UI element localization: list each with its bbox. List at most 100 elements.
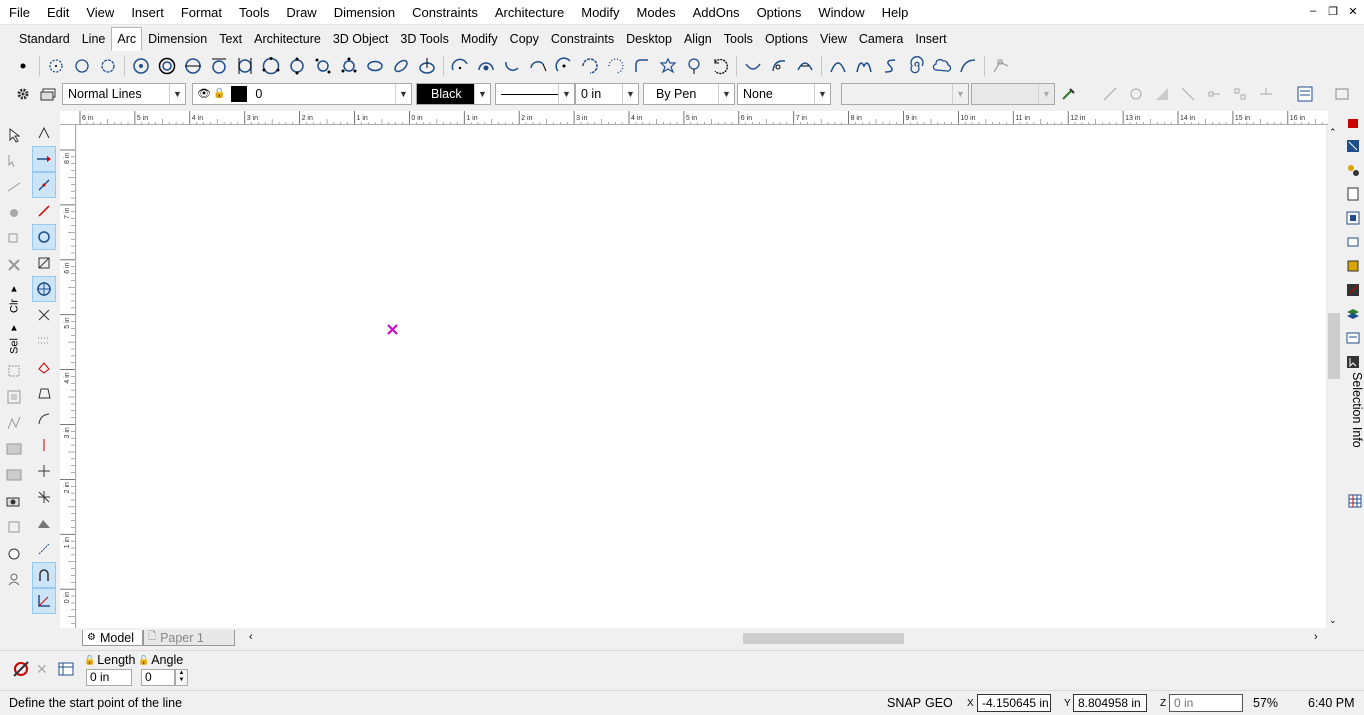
arc-gear-icon[interactable] [655, 54, 681, 78]
arc-shape-icon[interactable] [792, 54, 818, 78]
arc-tangent-icon[interactable] [525, 54, 551, 78]
arc-rotate-icon[interactable] [707, 54, 733, 78]
camera-icon[interactable] [2, 488, 26, 514]
geo-toggle[interactable]: GEO [925, 696, 953, 710]
pen-mode-select[interactable]: By Pen ▼ [643, 82, 735, 105]
ellipse-icon[interactable] [362, 54, 388, 78]
hand-pan-icon[interactable] [2, 540, 26, 566]
spiral-icon[interactable] [903, 54, 929, 78]
scroll-right-icon[interactable]: › [1314, 631, 1318, 643]
edit-nodes-icon[interactable] [988, 54, 1014, 78]
properties-panel-icon[interactable] [1293, 83, 1319, 105]
angle-stepper[interactable]: ▲ ▼ [175, 669, 188, 686]
tab-insert[interactable]: Insert [909, 27, 952, 51]
arc-curve-icon[interactable] [766, 54, 792, 78]
zoom-window-icon[interactable] [2, 436, 26, 462]
window-icon[interactable] [1329, 83, 1355, 105]
tab-dimension[interactable]: Dimension [142, 27, 213, 51]
circle-center-point-icon[interactable] [43, 54, 69, 78]
layers-stack-icon[interactable] [1344, 303, 1362, 325]
vertical-scroll-thumb[interactable] [1328, 313, 1340, 379]
circle-two-tangent-icon[interactable] [232, 54, 258, 78]
arc-fillet-icon[interactable] [629, 54, 655, 78]
arc-center-icon[interactable] [447, 54, 473, 78]
arc-concentric-icon[interactable] [577, 54, 603, 78]
menu-item-help[interactable]: Help [873, 0, 917, 25]
selection-info-icon[interactable] [1344, 351, 1362, 373]
drawing-canvas[interactable] [77, 125, 1326, 628]
circle-inscribed-icon[interactable] [310, 54, 336, 78]
menu-item-file[interactable]: File [0, 0, 38, 25]
ellipse-rotated-icon[interactable] [388, 54, 414, 78]
point-icon[interactable] [10, 54, 36, 78]
angle-field[interactable]: 0 [141, 669, 175, 686]
curve-spline-icon[interactable] [851, 54, 877, 78]
trapezoid-icon[interactable] [32, 380, 56, 406]
box-3d-icon[interactable] [32, 250, 56, 276]
circle-concentric-icon[interactable] [154, 54, 180, 78]
menu-item-view[interactable]: View [77, 0, 122, 25]
arc-tangent-points-icon[interactable] [551, 54, 577, 78]
lock-icon[interactable]: 🔒 [211, 88, 225, 99]
tab-desktop[interactable]: Desktop [620, 27, 678, 51]
chart-icon[interactable] [1344, 279, 1362, 301]
select-box-icon[interactable] [2, 358, 26, 384]
arc-start-end-icon[interactable] [499, 54, 525, 78]
circle-tangent-circles-icon[interactable] [284, 54, 310, 78]
cross-lines-icon[interactable] [32, 302, 56, 328]
minimize-button[interactable]: – [1306, 5, 1320, 18]
menu-item-window[interactable]: Window [809, 0, 872, 25]
layer-select[interactable]: 👁 🔒 0 ▼ [192, 82, 412, 105]
scroll-up-icon[interactable]: ⌃ [1329, 127, 1337, 138]
tab-arc[interactable]: Arc [111, 27, 143, 51]
calculator-icon[interactable] [1344, 327, 1362, 349]
line-width-select[interactable]: 0 in ▼ [575, 82, 639, 105]
select-fence-icon[interactable] [2, 410, 26, 436]
crosshair-circle-icon[interactable] [32, 276, 56, 302]
tab-modify[interactable]: Modify [455, 27, 504, 51]
tab-view[interactable]: View [814, 27, 853, 51]
scroll-left-icon[interactable]: ‹ [249, 631, 253, 643]
angle-tool-icon[interactable] [32, 588, 56, 614]
cube-icon[interactable] [1344, 255, 1362, 277]
select-tool[interactable]: Sel ▾ [2, 318, 26, 358]
menu-item-tools[interactable]: Tools [230, 0, 277, 25]
render-icon[interactable] [2, 514, 26, 540]
clear-tool[interactable]: Clr ▾ [2, 278, 26, 318]
zoom-extents-icon[interactable] [1344, 135, 1362, 157]
pencil-red-icon[interactable] [1344, 111, 1362, 133]
curve-bezier-icon[interactable] [825, 54, 851, 78]
line-tool-icon[interactable] [11, 660, 31, 681]
settings-icon[interactable] [1344, 159, 1362, 181]
layers-icon[interactable] [36, 83, 62, 105]
star-lines-icon[interactable] [32, 484, 56, 510]
tab-3d-tools[interactable]: 3D Tools [394, 27, 454, 51]
chevron-down-icon[interactable]: ▼ [474, 83, 490, 104]
select-node-icon[interactable] [2, 148, 26, 174]
grid-dots-icon[interactable] [32, 328, 56, 354]
lock-icon[interactable]: 🔓 [84, 655, 95, 666]
tab-paper-1[interactable]: 🗋 Paper 1 [143, 630, 236, 646]
circle-three-tangent-icon[interactable] [258, 54, 284, 78]
tab-copy[interactable]: Copy [504, 27, 545, 51]
selection-info-tab[interactable]: Selection Info [1346, 372, 1364, 452]
menu-item-format[interactable]: Format [172, 0, 230, 25]
circle-tangent-line-icon[interactable] [206, 54, 232, 78]
user-icon[interactable] [2, 566, 26, 592]
curve-s-icon[interactable] [877, 54, 903, 78]
menu-item-architecture[interactable]: Architecture [486, 0, 572, 25]
dimension-vertical-icon[interactable] [32, 432, 56, 458]
zoom-all-icon[interactable] [2, 462, 26, 488]
arc-tool-icon[interactable] [32, 406, 56, 432]
chevron-down-icon[interactable]: ▼ [558, 83, 574, 104]
circle-tangent-icon[interactable] [180, 54, 206, 78]
ellipse-axis-icon[interactable] [414, 54, 440, 78]
menu-item-options[interactable]: Options [748, 0, 810, 25]
chevron-down-icon[interactable]: ▼ [622, 83, 638, 104]
fill-select[interactable]: None ▼ [737, 82, 831, 105]
cancel-icon[interactable]: ✕ [36, 661, 48, 678]
arc-wave-icon[interactable] [740, 54, 766, 78]
horizontal-scroll-thumb[interactable] [743, 633, 904, 644]
mountain-icon[interactable] [32, 510, 56, 536]
menu-item-modes[interactable]: Modes [628, 0, 684, 25]
